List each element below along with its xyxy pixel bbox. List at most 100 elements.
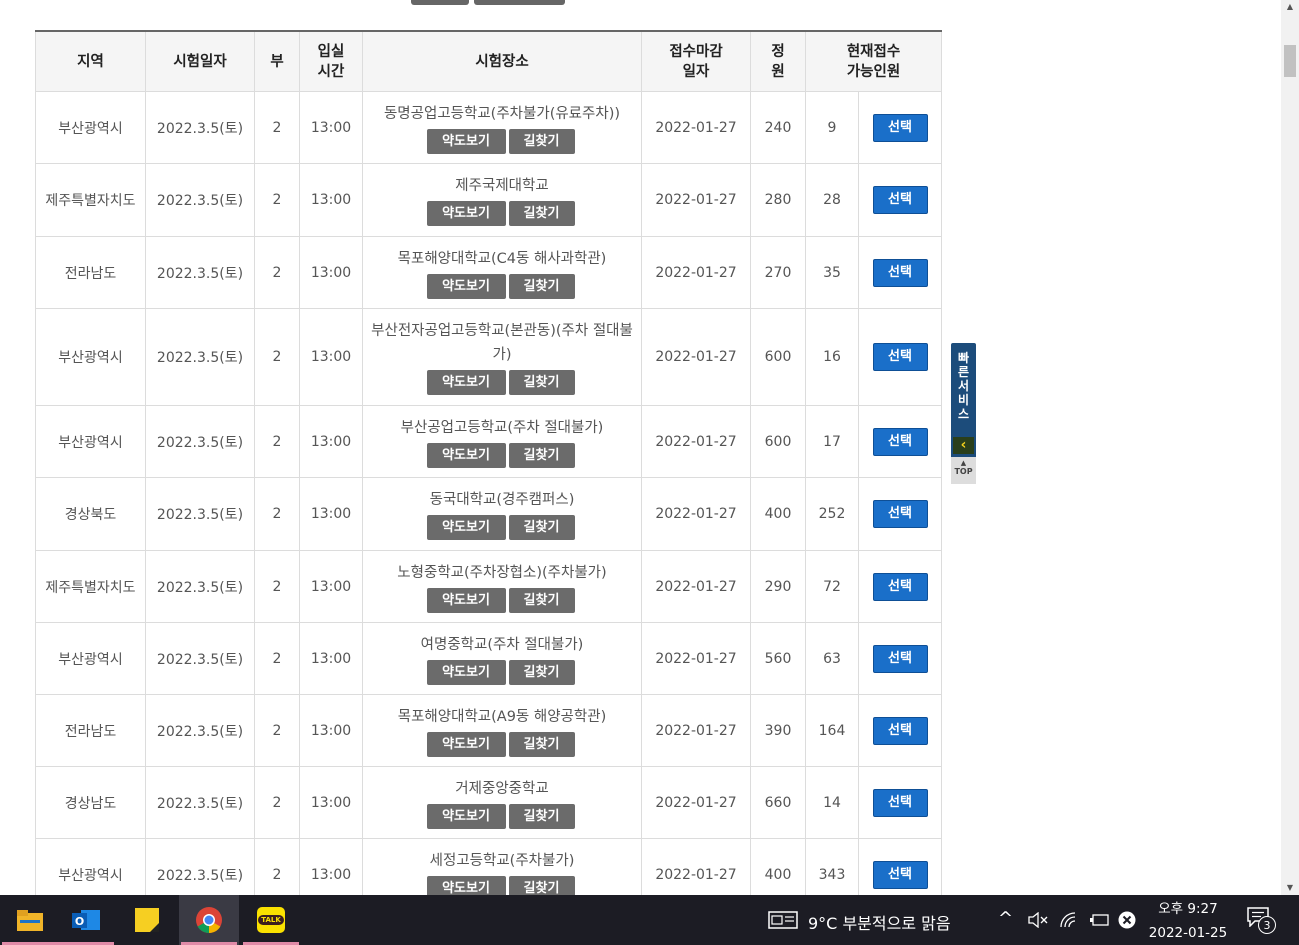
chevron-left-icon[interactable]: ‹ <box>953 437 974 454</box>
scroll-down-arrow-icon[interactable]: ▼ <box>1281 881 1299 895</box>
cell-select: 선택 <box>858 163 942 237</box>
cell-region: 부산광역시 <box>35 405 146 478</box>
cell-part: 2 <box>254 477 300 551</box>
select-button[interactable]: 선택 <box>872 500 928 528</box>
table-row: 전라남도 2022.3.5(토) 2 13:00 목포해양대학교(A9동 해양공학관) 약… <box>35 694 942 767</box>
header-entry-time: 입실 시간 <box>299 30 363 92</box>
map-button[interactable]: 약도보기 <box>426 587 506 613</box>
map-button[interactable]: 약도보기 <box>426 875 506 895</box>
cell-region: 제주특별자치도 <box>35 163 146 237</box>
map-button[interactable]: 약도보기 <box>426 128 506 154</box>
chevron-up-icon[interactable]: ^ <box>998 908 1013 929</box>
cell-capacity: 560 <box>750 622 806 695</box>
notification-center[interactable]: 3 <box>1247 907 1279 939</box>
directions-button[interactable]: 길찾기 <box>508 442 575 468</box>
cell-date: 2022.3.5(토) <box>145 766 255 839</box>
close-circle-icon[interactable] <box>1117 910 1137 930</box>
quick-service-button[interactable]: 빠른서비스 ‹ <box>951 343 976 457</box>
kakaotalk-icon: TALK <box>257 907 285 933</box>
table-row: 부산광역시 2022.3.5(토) 2 13:00 여명중학교(주차 절대불가) 약도보기… <box>35 622 942 695</box>
taskbar-outlook[interactable]: O <box>56 895 116 945</box>
system-clock[interactable]: 오후 9:27 2022-01-25 <box>1148 899 1228 943</box>
battery-icon[interactable] <box>1089 912 1111 928</box>
cell-place: 거제중앙중학교약도보기 길찾기 <box>362 766 642 839</box>
taskbar-sticky-notes[interactable] <box>117 895 177 945</box>
quick-service-char: 빠 <box>957 351 970 365</box>
directions-button[interactable]: 길찾기 <box>508 201 575 226</box>
cell-deadline: 2022-01-27 <box>641 308 751 406</box>
select-button[interactable]: 선택 <box>872 258 928 287</box>
cell-region: 경상북도 <box>35 477 146 551</box>
directions-button[interactable]: 길찾기 <box>508 659 575 685</box>
place-name: 제주국제대학교 <box>455 178 549 194</box>
directions-button[interactable]: 길찾기 <box>508 370 575 395</box>
select-button[interactable]: 선택 <box>872 343 928 371</box>
scroll-up-arrow-icon[interactable]: ▲ <box>1281 0 1299 14</box>
cell-date: 2022.3.5(토) <box>145 405 255 478</box>
directions-button[interactable]: 길찾기 <box>508 875 575 895</box>
cell-date: 2022.3.5(토) <box>145 550 255 623</box>
cell-select: 선택 <box>858 308 942 406</box>
cell-capacity: 660 <box>750 766 806 839</box>
cell-capacity: 280 <box>750 163 806 237</box>
place-name: 세정고등학교(주차불가) <box>429 852 575 869</box>
map-button[interactable]: 약도보기 <box>426 731 506 757</box>
cell-date: 2022.3.5(토) <box>145 236 255 309</box>
cell-place: 동명공업고등학교(주차불가(유료주차)) 약도보기 길찾기 <box>362 91 642 164</box>
volume-muted-icon[interactable] <box>1027 912 1049 928</box>
map-button[interactable]: 약도보기 <box>426 201 506 226</box>
map-button[interactable]: 약도보기 <box>426 515 506 540</box>
select-button[interactable]: 선택 <box>872 860 928 889</box>
map-button[interactable]: 약도보기 <box>426 659 506 685</box>
directions-button[interactable]: 길찾기 <box>508 273 575 299</box>
cell-place: 제주국제대학교약도보기 길찾기 <box>362 163 642 237</box>
top-partial-button[interactable] <box>474 0 565 5</box>
select-button[interactable]: 선택 <box>872 716 928 745</box>
top-partial-button[interactable] <box>411 0 469 5</box>
cell-capacity: 400 <box>750 838 806 895</box>
select-button[interactable]: 선택 <box>872 186 928 214</box>
vertical-scrollbar[interactable]: ▲ ▼ <box>1281 0 1299 895</box>
news-weather-icon[interactable] <box>768 910 798 930</box>
directions-button[interactable]: 길찾기 <box>508 515 575 540</box>
weather-text[interactable]: 9°C 부분적으로 맑음 <box>808 910 951 934</box>
cell-time: 13:00 <box>299 308 363 406</box>
select-button[interactable]: 선택 <box>872 644 928 673</box>
taskbar-file-explorer[interactable] <box>0 895 60 945</box>
cell-time: 13:00 <box>299 622 363 695</box>
top-button[interactable]: ▲ TOP <box>951 457 976 484</box>
table-row: 전라남도 2022.3.5(토) 2 13:00 목포해양대학교(C4동 해사과학관) 약… <box>35 236 942 309</box>
header-part: 부 <box>254 30 300 92</box>
select-button[interactable]: 선택 <box>872 113 928 142</box>
chrome-icon <box>196 907 222 934</box>
select-button[interactable]: 선택 <box>872 427 928 456</box>
quick-service-panel[interactable]: 빠른서비스 ‹ ▲ TOP <box>951 343 976 484</box>
place-name: 노형중학교(주차장협소)(주차불가) <box>397 564 607 581</box>
directions-button[interactable]: 길찾기 <box>508 803 575 829</box>
directions-button[interactable]: 길찾기 <box>508 128 575 154</box>
cell-place: 동국대학교(경주캠퍼스) 약도보기 길찾기 <box>362 477 642 551</box>
scroll-thumb[interactable] <box>1284 45 1296 77</box>
place-name: 목포해양대학교(C4동 해사과학관) <box>397 250 607 267</box>
map-button[interactable]: 약도보기 <box>426 442 506 468</box>
map-button[interactable]: 약도보기 <box>426 273 506 299</box>
cell-date: 2022.3.5(토) <box>145 308 255 406</box>
cell-available: 16 <box>805 308 859 406</box>
cell-date: 2022.3.5(토) <box>145 694 255 767</box>
directions-button[interactable]: 길찾기 <box>508 587 575 613</box>
taskbar-chrome[interactable] <box>179 895 239 945</box>
cell-available: 17 <box>805 405 859 478</box>
quick-service-char: 비 <box>957 393 970 407</box>
wifi-icon[interactable] <box>1059 911 1081 929</box>
cell-region: 전라남도 <box>35 694 146 767</box>
taskbar-kakaotalk[interactable]: TALK <box>241 895 301 945</box>
place-name: 거제중앙중학교 <box>455 780 549 797</box>
cell-time: 13:00 <box>299 91 363 164</box>
cell-available: 343 <box>805 838 859 895</box>
map-button[interactable]: 약도보기 <box>426 370 506 395</box>
select-button[interactable]: 선택 <box>872 788 928 817</box>
cell-date: 2022.3.5(토) <box>145 838 255 895</box>
map-button[interactable]: 약도보기 <box>426 803 506 829</box>
directions-button[interactable]: 길찾기 <box>508 731 575 757</box>
select-button[interactable]: 선택 <box>872 572 928 601</box>
